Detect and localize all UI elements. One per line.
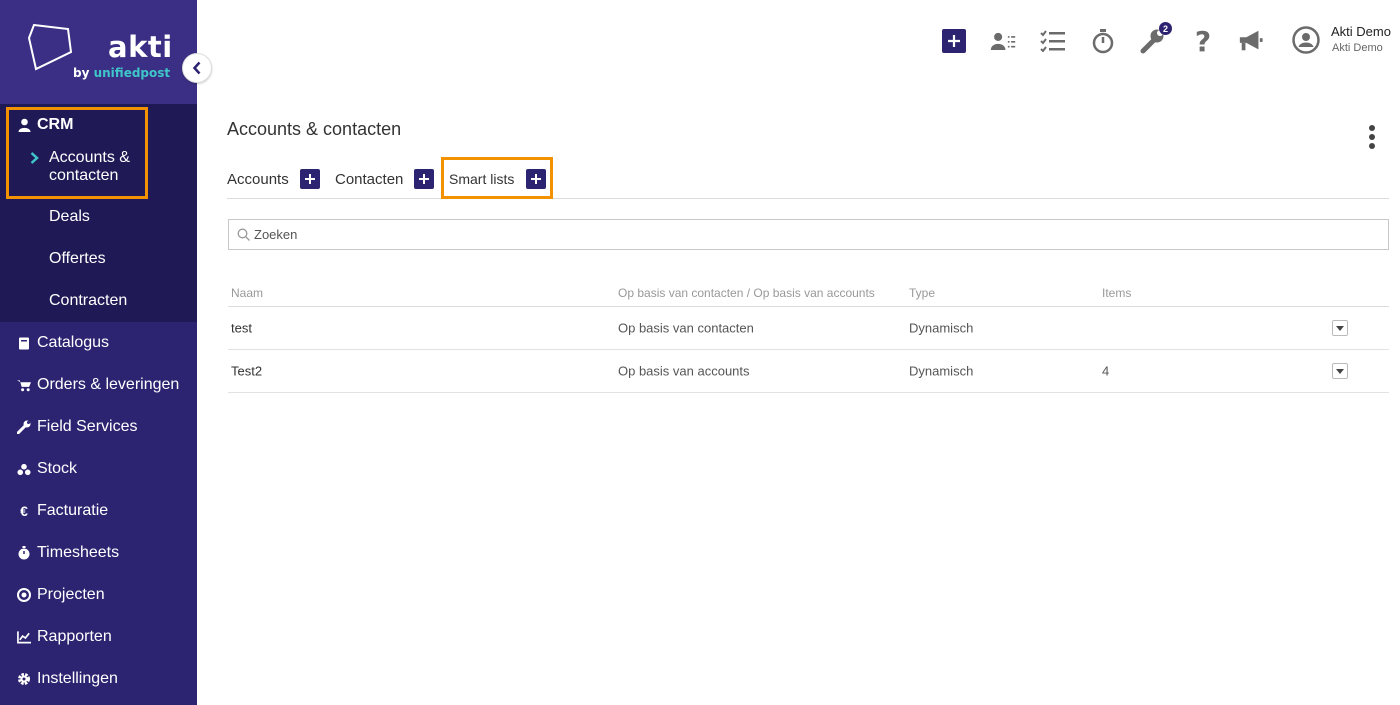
logo-subtitle: by unifiedpost [73,66,171,80]
wrench-icon [17,420,31,434]
table-header: Naam Op basis van contacten / Op basis v… [228,280,1389,307]
row-actions-dropdown[interactable] [1332,363,1348,379]
chevron-left-icon [192,61,201,75]
search-icon [237,228,250,241]
checklist-icon [1040,30,1065,52]
sidebar-item-projecten[interactable]: Projecten [0,574,197,616]
chart-icon [17,630,31,644]
add-contact-button[interactable] [414,169,435,189]
sidebar-item-label: Catalogus [37,334,110,351]
cell-items: 4 [1102,363,1110,379]
sidebar-item-offertes[interactable]: Offertes [0,238,197,280]
sidebar-item-label: Stock [37,460,78,477]
column-header-type[interactable]: Type [909,286,935,300]
sidebar-item-field-services[interactable]: Field Services [0,406,197,448]
tools-button[interactable]: 2 [1140,22,1172,54]
sidebar-item-label: Field Services [37,418,138,435]
kebab-menu-icon [1369,125,1375,149]
sidebar-item-label: Facturatie [37,502,109,519]
page-title: Accounts & contacten [227,119,402,139]
sidebar-item-label: Instellingen [37,670,118,687]
stopwatch-icon [1092,29,1114,54]
tab-label: Contacten [335,170,404,188]
tab-bar: Accounts Contacten Smart lists [227,165,1389,199]
logo-text: akti [108,30,173,64]
cell-type: Dynamisch [909,320,974,336]
akti-logo-icon [27,23,73,71]
sidebar-item-label: Timesheets [37,544,120,561]
user-circle-icon [1292,26,1320,54]
logo[interactable]: akti by unifiedpost [0,0,197,104]
plus-icon [419,174,430,184]
sidebar-item-deals[interactable]: Deals [0,196,197,238]
sidebar-item-label: Projecten [37,586,105,603]
book-icon [17,336,31,350]
smart-lists-table: Naam Op basis van contacten / Op basis v… [228,280,1389,393]
cell-basis: Op basis van accounts [618,363,750,379]
column-header-items[interactable]: Items [1102,286,1131,300]
tab-label: Accounts [227,170,289,188]
sidebar-item-orders[interactable]: Orders & leveringen [0,364,197,406]
cell-naam[interactable]: Test2 [231,364,262,379]
stopwatch-icon [17,546,31,560]
tab-contacten[interactable]: Contacten [335,169,435,189]
quick-add-button[interactable] [942,29,966,53]
contacts-list-icon [990,32,1016,50]
contacts-list-button[interactable] [990,28,1016,54]
crm-highlight-frame [6,107,148,199]
sidebar-item-facturatie[interactable]: € Facturatie [0,490,197,532]
table-row[interactable]: Test2 Op basis van accounts Dynamisch 4 [228,350,1389,393]
search-box[interactable] [228,219,1389,250]
table-row[interactable]: test Op basis van contacten Dynamisch [228,307,1389,350]
help-button[interactable]: ? [1190,25,1216,58]
plus-icon [948,35,960,47]
cell-basis: Op basis van contacten [618,320,754,336]
megaphone-icon [1239,30,1263,51]
question-icon: ? [1194,24,1212,58]
row-actions-dropdown[interactable] [1332,320,1348,336]
plus-icon [304,174,315,184]
smart-lists-highlight-frame [441,157,553,199]
cell-naam[interactable]: test [231,321,252,336]
user-avatar[interactable] [1292,26,1320,54]
caret-down-icon [1336,368,1344,374]
euro-icon: € [20,503,28,519]
add-account-button[interactable] [299,169,320,189]
more-options-button[interactable] [1368,124,1376,150]
user-name[interactable]: Akti Demo [1331,24,1391,39]
tab-accounts[interactable]: Accounts [227,169,320,189]
column-header-basis[interactable]: Op basis van contacten / Op basis van ac… [618,286,875,300]
sidebar-item-stock[interactable]: Stock [0,448,197,490]
cell-type: Dynamisch [909,363,974,379]
notification-badge: 2 [1159,22,1172,35]
caret-down-icon [1336,325,1344,331]
target-icon [17,588,31,602]
sidebar: akti by unifiedpost CRM Accounts & contac… [0,0,197,705]
boxes-icon [17,462,31,476]
gear-icon [17,672,31,686]
user-company: Akti Demo [1332,42,1383,54]
column-header-naam[interactable]: Naam [231,286,263,300]
sidebar-item-timesheets[interactable]: Timesheets [0,532,197,574]
sidebar-item-instellingen[interactable]: Instellingen [0,658,197,700]
sidebar-item-label: Rapporten [37,628,112,645]
sidebar-item-catalogus[interactable]: Catalogus [0,322,197,364]
announcements-button[interactable] [1238,28,1264,54]
sidebar-item-rapporten[interactable]: Rapporten [0,616,197,658]
cart-icon [17,378,31,392]
search-input[interactable] [254,227,1354,242]
tasks-button[interactable] [1040,28,1066,54]
sidebar-item-contracten[interactable]: Contracten [0,280,197,322]
timer-button[interactable] [1090,28,1116,54]
sidebar-item-label: Orders & leveringen [37,376,180,393]
sidebar-collapse-button[interactable] [182,53,212,83]
